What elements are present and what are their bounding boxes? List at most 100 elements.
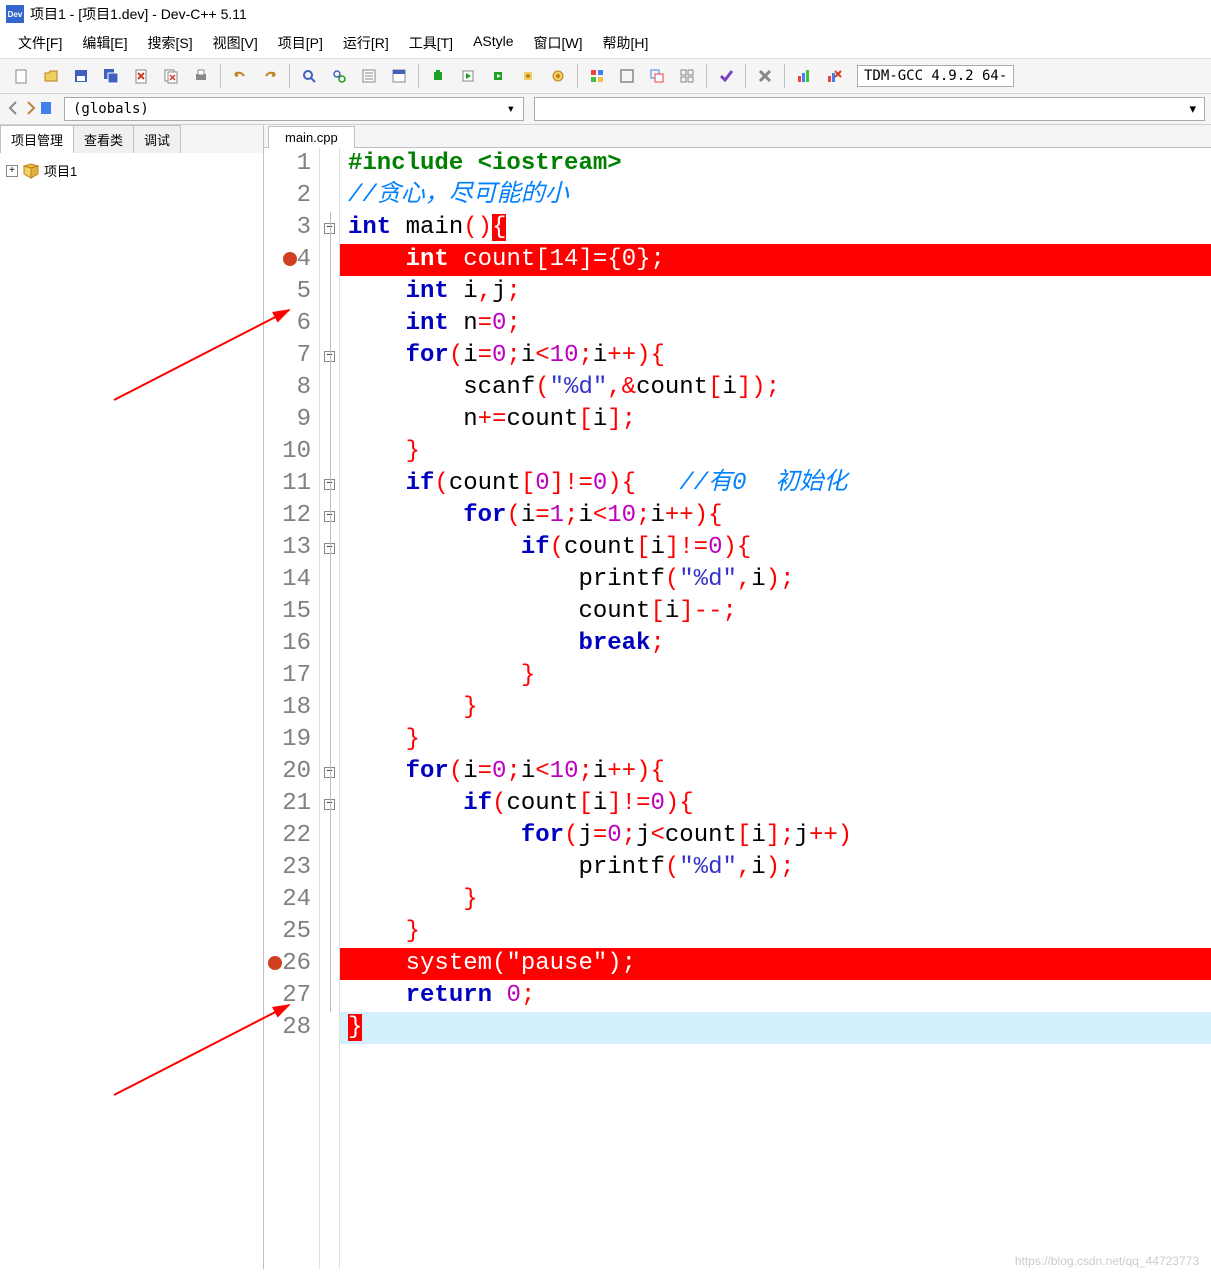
fold-box-icon[interactable]: − [324, 767, 335, 778]
line-number[interactable]: 11 [264, 468, 311, 500]
fold-cell[interactable] [320, 244, 339, 276]
print-icon[interactable] [187, 62, 215, 90]
fold-cell[interactable] [320, 916, 339, 948]
code-line[interactable]: } [340, 916, 1211, 948]
close-x-icon[interactable] [751, 62, 779, 90]
line-gutter[interactable]: 1234567891011121314151617181920212223242… [264, 148, 320, 1269]
code-line[interactable]: } [340, 692, 1211, 724]
code-line[interactable]: int i,j; [340, 276, 1211, 308]
code-line[interactable]: int main(){ [340, 212, 1211, 244]
line-number[interactable]: 10 [264, 436, 311, 468]
menu-窗口[W][interactable]: 窗口[W] [524, 30, 593, 56]
find-in-files-icon[interactable] [355, 62, 383, 90]
fold-cell[interactable]: − [320, 500, 339, 532]
close-all-icon[interactable] [157, 62, 185, 90]
fold-cell[interactable]: − [320, 468, 339, 500]
fold-box-icon[interactable]: − [324, 351, 335, 362]
fold-cell[interactable] [320, 564, 339, 596]
breakpoint-icon[interactable] [283, 252, 297, 266]
code-line[interactable]: if(count[i]!=0){ [340, 788, 1211, 820]
code-line[interactable]: int count[14]={0}; [340, 244, 1211, 276]
windows-icon[interactable] [643, 62, 671, 90]
tile-icon[interactable] [673, 62, 701, 90]
line-number[interactable]: 18 [264, 692, 311, 724]
fold-cell[interactable] [320, 660, 339, 692]
line-number[interactable]: 13 [264, 532, 311, 564]
line-number[interactable]: 8 [264, 372, 311, 404]
bookmark-icon[interactable] [38, 100, 54, 119]
rebuild-icon[interactable] [514, 62, 542, 90]
save-all-icon[interactable] [97, 62, 125, 90]
fold-gutter[interactable]: − − − − − − − [320, 148, 340, 1269]
grid-icon[interactable] [583, 62, 611, 90]
forward-icon[interactable] [22, 100, 38, 119]
new-file-icon[interactable] [7, 62, 35, 90]
line-number[interactable]: 9 [264, 404, 311, 436]
compile-run-icon[interactable] [484, 62, 512, 90]
code-line[interactable]: for(j=0;j<count[i];j++) [340, 820, 1211, 852]
fold-cell[interactable] [320, 852, 339, 884]
undo-icon[interactable] [226, 62, 254, 90]
compiler-select[interactable]: TDM-GCC 4.9.2 64- [857, 65, 1014, 87]
line-number[interactable]: 20 [264, 756, 311, 788]
scope-dropdown[interactable]: (globals) ▾ [64, 97, 524, 121]
code-line[interactable]: n+=count[i]; [340, 404, 1211, 436]
fold-cell[interactable] [320, 628, 339, 660]
line-number[interactable]: 25 [264, 916, 311, 948]
code-line[interactable]: //贪心，尽可能的小 [340, 180, 1211, 212]
menu-工具[T][interactable]: 工具[T] [399, 30, 463, 56]
fold-box-icon[interactable]: − [324, 511, 335, 522]
line-number[interactable]: 26 [264, 948, 311, 980]
fold-cell[interactable] [320, 820, 339, 852]
file-tab-main[interactable]: main.cpp [268, 126, 355, 148]
fold-cell[interactable] [320, 308, 339, 340]
source-code[interactable]: #include <iostream>//贪心，尽可能的小int main(){… [340, 148, 1211, 1269]
fold-cell[interactable] [320, 948, 339, 980]
line-number[interactable]: 17 [264, 660, 311, 692]
line-number[interactable]: 14 [264, 564, 311, 596]
code-line[interactable]: for(i=0;i<10;i++){ [340, 756, 1211, 788]
code-line[interactable]: #include <iostream> [340, 148, 1211, 180]
line-number[interactable]: 4 [264, 244, 311, 276]
expand-icon[interactable]: + [6, 165, 18, 177]
line-number[interactable]: 2 [264, 180, 311, 212]
code-line[interactable]: count[i]--; [340, 596, 1211, 628]
fold-cell[interactable]: − [320, 532, 339, 564]
code-line[interactable]: printf("%d",i); [340, 564, 1211, 596]
line-number[interactable]: 16 [264, 628, 311, 660]
fold-cell[interactable] [320, 180, 339, 212]
line-number[interactable]: 3 [264, 212, 311, 244]
fold-box-icon[interactable]: − [324, 479, 335, 490]
line-number[interactable]: 27 [264, 980, 311, 1012]
fold-cell[interactable] [320, 692, 339, 724]
debug-stop-icon[interactable] [820, 62, 848, 90]
fold-cell[interactable] [320, 436, 339, 468]
fold-cell[interactable] [320, 884, 339, 916]
line-number[interactable]: 15 [264, 596, 311, 628]
line-number[interactable]: 23 [264, 852, 311, 884]
code-line[interactable]: } [340, 1012, 1211, 1044]
window-icon[interactable] [613, 62, 641, 90]
code-line[interactable]: for(i=1;i<10;i++){ [340, 500, 1211, 532]
menu-帮助[H][interactable]: 帮助[H] [593, 30, 659, 56]
line-number[interactable]: 28 [264, 1012, 311, 1044]
code-editor[interactable]: 1234567891011121314151617181920212223242… [264, 148, 1211, 1269]
replace-icon[interactable] [325, 62, 353, 90]
code-line[interactable]: if(count[i]!=0){ [340, 532, 1211, 564]
line-number[interactable]: 7 [264, 340, 311, 372]
open-file-icon[interactable] [37, 62, 65, 90]
fold-box-icon[interactable]: − [324, 799, 335, 810]
line-number[interactable]: 24 [264, 884, 311, 916]
fold-cell[interactable]: − [320, 756, 339, 788]
code-line[interactable]: break; [340, 628, 1211, 660]
find-icon[interactable] [295, 62, 323, 90]
line-number[interactable]: 5 [264, 276, 311, 308]
fold-box-icon[interactable]: − [324, 223, 335, 234]
side-tab-0[interactable]: 项目管理 [0, 125, 74, 153]
project-tree[interactable]: + 项目1 [0, 153, 263, 1269]
fold-cell[interactable] [320, 1012, 339, 1044]
line-number[interactable]: 6 [264, 308, 311, 340]
menu-AStyle[interactable]: AStyle [463, 30, 523, 56]
fold-cell[interactable] [320, 372, 339, 404]
code-line[interactable]: printf("%d",i); [340, 852, 1211, 884]
